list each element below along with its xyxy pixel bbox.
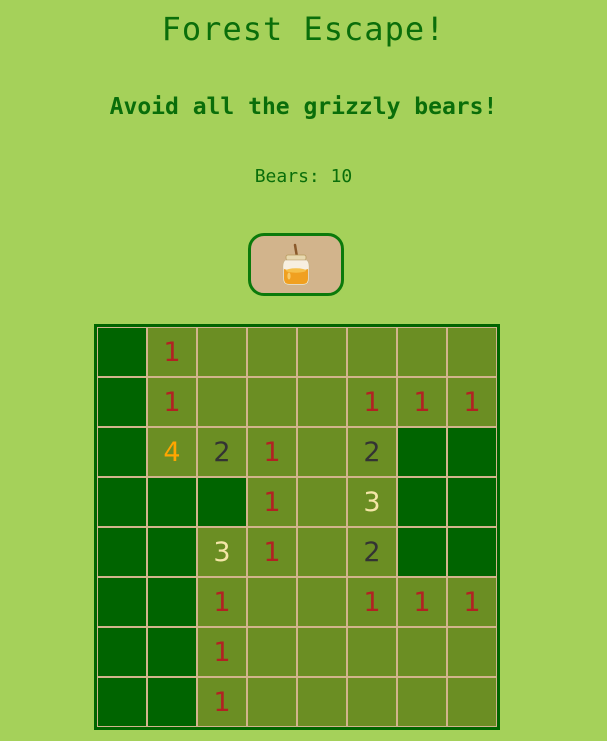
board-cell-revealed[interactable]	[297, 377, 347, 427]
board-cell-revealed[interactable]	[297, 477, 347, 527]
board-cell-revealed[interactable]	[447, 677, 497, 727]
board-cell-covered[interactable]	[97, 377, 147, 427]
cell-number: 1	[213, 686, 231, 718]
board-cell-covered[interactable]	[397, 527, 447, 577]
board-cell-revealed[interactable]	[297, 577, 347, 627]
board-cell-revealed[interactable]: 1	[197, 577, 247, 627]
cell-number: 1	[263, 536, 281, 568]
cell-number: 2	[213, 436, 231, 468]
board-cell-revealed[interactable]: 1	[447, 577, 497, 627]
cell-number: 1	[363, 586, 381, 618]
board-cell-revealed[interactable]	[447, 627, 497, 677]
cell-number: 4	[163, 436, 181, 468]
board-cell-covered[interactable]	[397, 427, 447, 477]
board-cell-revealed[interactable]: 1	[197, 677, 247, 727]
cell-number: 1	[463, 386, 481, 418]
board-cell-revealed[interactable]: 4	[147, 427, 197, 477]
board-cell-covered[interactable]	[97, 577, 147, 627]
game-title: Forest Escape!	[161, 10, 446, 48]
board-cell-revealed[interactable]	[197, 327, 247, 377]
board-cell-revealed[interactable]	[297, 677, 347, 727]
board-cell-covered[interactable]	[97, 327, 147, 377]
board-cell-revealed[interactable]	[397, 627, 447, 677]
cell-number: 1	[263, 486, 281, 518]
cell-number: 2	[363, 436, 381, 468]
board-cell-revealed[interactable]: 2	[197, 427, 247, 477]
board-cell-revealed[interactable]	[247, 627, 297, 677]
board-cell-revealed[interactable]	[247, 577, 297, 627]
board-cell-covered[interactable]	[447, 427, 497, 477]
cell-number: 1	[363, 386, 381, 418]
board-cell-revealed[interactable]: 1	[347, 577, 397, 627]
board-cell-revealed[interactable]	[347, 677, 397, 727]
board-cell-revealed[interactable]	[397, 327, 447, 377]
bear-counter-value: 10	[330, 166, 353, 187]
cell-number: 1	[263, 436, 281, 468]
board-cell-covered[interactable]	[97, 477, 147, 527]
board-cell-revealed[interactable]	[347, 327, 397, 377]
cell-number: 3	[213, 536, 231, 568]
board-cell-revealed[interactable]: 2	[347, 527, 397, 577]
board-cell-covered[interactable]	[397, 477, 447, 527]
board-cell-revealed[interactable]: 1	[247, 527, 297, 577]
bear-counter: Bears: 10	[0, 166, 607, 187]
game-board: 11111421213312111111	[94, 324, 500, 730]
board-cell-revealed[interactable]: 1	[147, 327, 197, 377]
board-cell-revealed[interactable]	[247, 377, 297, 427]
cell-number: 1	[413, 586, 431, 618]
board-cell-revealed[interactable]	[297, 427, 347, 477]
board-cell-revealed[interactable]	[297, 627, 347, 677]
board-cell-covered[interactable]	[147, 477, 197, 527]
board-cell-revealed[interactable]: 1	[397, 577, 447, 627]
honey-jar-icon	[282, 243, 310, 285]
cell-number: 1	[213, 586, 231, 618]
board-cell-revealed[interactable]	[447, 327, 497, 377]
board-cell-covered[interactable]	[147, 677, 197, 727]
board-cell-covered[interactable]	[97, 527, 147, 577]
board-cell-revealed[interactable]	[347, 627, 397, 677]
board-cell-covered[interactable]	[147, 527, 197, 577]
board-cell-revealed[interactable]	[247, 677, 297, 727]
cell-number: 1	[413, 386, 431, 418]
board-cell-revealed[interactable]	[397, 677, 447, 727]
board-cell-covered[interactable]	[97, 427, 147, 477]
board-cell-revealed[interactable]: 1	[247, 477, 297, 527]
board-cell-covered[interactable]	[97, 677, 147, 727]
board-cell-revealed[interactable]: 1	[197, 627, 247, 677]
board-cell-covered[interactable]	[447, 477, 497, 527]
cell-number: 1	[213, 636, 231, 668]
board-cell-covered[interactable]	[97, 627, 147, 677]
board-cell-revealed[interactable]	[297, 527, 347, 577]
board-cell-revealed[interactable]: 3	[197, 527, 247, 577]
board-cell-revealed[interactable]	[297, 327, 347, 377]
cell-number: 1	[163, 386, 181, 418]
board-cell-covered[interactable]	[147, 627, 197, 677]
board-cell-revealed[interactable]: 1	[397, 377, 447, 427]
board-cell-covered[interactable]	[147, 577, 197, 627]
board-cell-revealed[interactable]	[247, 327, 297, 377]
board-cell-covered[interactable]	[197, 477, 247, 527]
honey-jar-button[interactable]	[248, 233, 344, 296]
cell-number: 3	[363, 486, 381, 518]
board-cell-revealed[interactable]: 1	[347, 377, 397, 427]
cell-number: 1	[163, 336, 181, 368]
board-cell-covered[interactable]	[447, 527, 497, 577]
board-cell-revealed[interactable]: 1	[447, 377, 497, 427]
board-cell-revealed[interactable]: 1	[247, 427, 297, 477]
board-cell-revealed[interactable]: 2	[347, 427, 397, 477]
board-cell-revealed[interactable]: 1	[147, 377, 197, 427]
cell-number: 2	[363, 536, 381, 568]
board-cell-revealed[interactable]	[197, 377, 247, 427]
bear-counter-label: Bears:	[254, 166, 331, 187]
cell-number: 1	[463, 586, 481, 618]
game-subtitle: Avoid all the grizzly bears!	[109, 94, 498, 120]
board-cell-revealed[interactable]: 3	[347, 477, 397, 527]
